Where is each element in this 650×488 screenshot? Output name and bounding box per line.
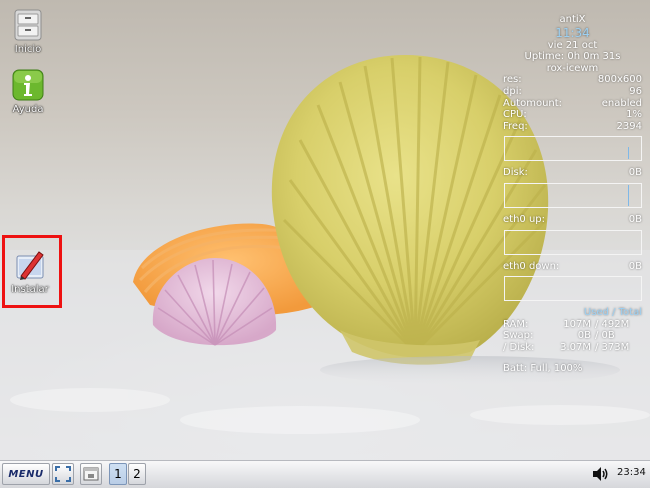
stat-label: eth0 up:: [503, 213, 546, 225]
battery-status: Batt: Full, 100%: [503, 362, 583, 374]
conky-eth0-up-row: eth0 up: 0B: [500, 214, 645, 226]
stat-value: 0B: [628, 167, 642, 179]
mem-total: / 0B: [595, 330, 615, 342]
mem-label: RAM:: [503, 318, 529, 330]
mem-total: / 373M: [595, 341, 630, 353]
graph-spike: [628, 147, 629, 160]
stat-value: enabled: [601, 97, 642, 109]
conky-session: rox-icewm: [546, 62, 599, 74]
drawer-home-icon: [14, 9, 42, 41]
taskbar-clock[interactable]: 23:34: [617, 467, 646, 478]
mem-label: Swap:: [503, 330, 534, 342]
stat-label: CPU:: [503, 109, 527, 121]
mem-label: / Disk:: [503, 341, 535, 353]
workspace-button-2[interactable]: 2: [128, 463, 146, 485]
conky-system-monitor: antiX 11:34 vie 21 oct Uptime: 0h 0m 31s…: [500, 14, 645, 374]
used-total-header: Used / Total: [583, 307, 642, 319]
mem-used: 107M: [563, 318, 591, 330]
stat-label: Automount:: [503, 97, 563, 109]
conky-date: vie 21 oct: [547, 39, 598, 51]
fullscreen-icon: [55, 466, 71, 482]
desktop-icon-inicio[interactable]: Inicio: [1, 8, 55, 55]
disk-graph: [504, 182, 642, 208]
memory-row-disk: / Disk: 3.07M / 373M: [500, 342, 645, 354]
start-menu-button[interactable]: MENU: [2, 463, 50, 485]
stat-value: 2394: [616, 120, 642, 132]
fullscreen-button[interactable]: [52, 463, 74, 485]
stat-value: 800x600: [597, 74, 642, 86]
conky-stat-row: res: 800x600: [500, 74, 645, 86]
show-desktop-button[interactable]: [80, 463, 102, 485]
stat-label: Disk:: [503, 167, 528, 179]
mem-total: / 492M: [595, 318, 630, 330]
mem-used: 3.07M: [560, 341, 591, 353]
eth0-down-graph: [504, 276, 642, 302]
conky-stat-row: dpi: 96: [500, 86, 645, 98]
stat-value: 96: [629, 85, 642, 97]
mem-used: 0B: [577, 330, 591, 342]
volume-icon[interactable]: [592, 466, 610, 482]
memory-row-ram: RAM: 107M / 492M: [500, 319, 645, 331]
conky-hostname: antiX: [559, 14, 586, 25]
stat-value: 1%: [626, 109, 642, 121]
conky-disk-row: Disk: 0B: [500, 167, 645, 179]
stat-label: Freq:: [503, 120, 528, 132]
stat-label: res:: [503, 74, 522, 86]
stat-value: 0B: [628, 213, 642, 225]
conky-stat-row: Automount: enabled: [500, 98, 645, 110]
conky-stat-row: CPU: 1%: [500, 109, 645, 121]
show-desktop-icon: [83, 467, 99, 481]
install-pencil-icon: [16, 251, 44, 280]
info-help-icon: [12, 69, 44, 101]
stat-label: eth0 down:: [503, 260, 560, 272]
conky-eth0-down-row: eth0 down: 0B: [500, 261, 645, 273]
conky-time: 11:34: [555, 25, 590, 40]
eth0-up-graph: [504, 229, 642, 255]
taskbar: MENU 1 2 23:34: [0, 460, 650, 488]
desktop-icon-label: Inicio: [14, 44, 42, 55]
stat-value: 0B: [628, 260, 642, 272]
desktop-icon-ayuda[interactable]: Ayuda: [1, 68, 55, 115]
desktop-icon-instalar[interactable]: Instalar: [3, 248, 57, 295]
stat-label: dpi:: [503, 85, 522, 97]
conky-stat-row: Freq: 2394: [500, 121, 645, 133]
desktop-icon-label: Instalar: [11, 284, 49, 295]
conky-uptime: Uptime: 0h 0m 31s: [524, 51, 621, 63]
memory-row-swap: Swap: 0B / 0B: [500, 330, 645, 342]
graph-spike: [628, 184, 629, 206]
cpu-graph: [504, 136, 642, 162]
desktop-icon-label: Ayuda: [12, 104, 44, 115]
workspace-button-1[interactable]: 1: [109, 463, 127, 485]
